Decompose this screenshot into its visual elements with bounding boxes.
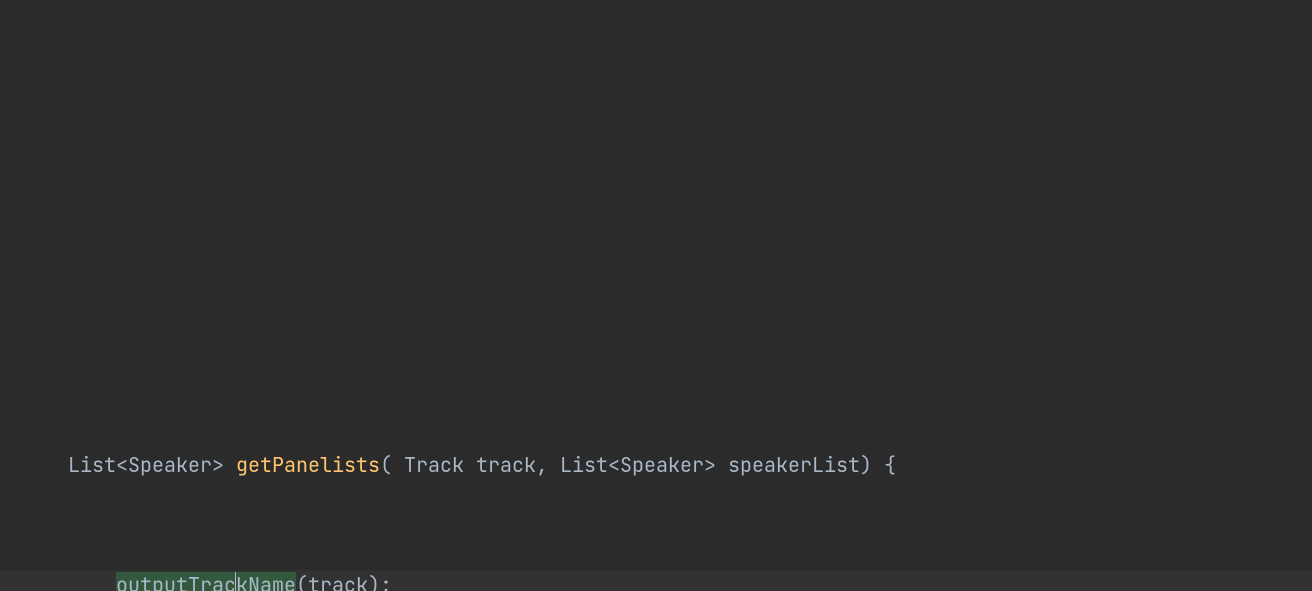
method-decl: getPanelists <box>236 452 380 478</box>
code-line[interactable] <box>0 60 1312 90</box>
code-line[interactable] <box>0 150 1312 180</box>
code-editor[interactable]: List<Speaker> getPanelists( Track track,… <box>0 0 1312 591</box>
occurrence-highlight: kName <box>236 572 296 591</box>
code-line[interactable] <box>0 330 1312 360</box>
code-line-current[interactable]: outputTrackName(track); <box>0 570 1312 591</box>
code-line[interactable]: List<Speaker> getPanelists( Track track,… <box>0 450 1312 480</box>
occurrence-highlight: outputTrac <box>116 572 236 591</box>
code-line[interactable] <box>0 240 1312 270</box>
